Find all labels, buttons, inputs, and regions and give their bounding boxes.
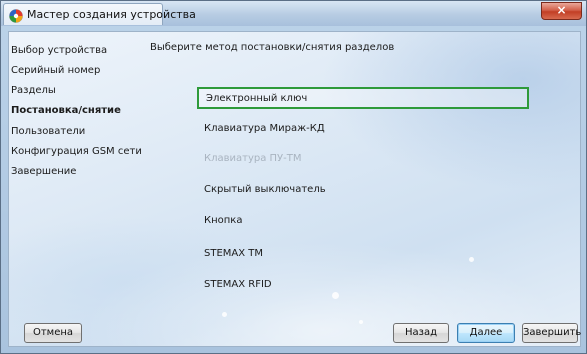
finish-button[interactable]: Завершить — [522, 323, 581, 343]
next-button[interactable]: Далее — [457, 323, 515, 343]
title-tab: Мастер создания устройства — [3, 3, 196, 25]
wizard-window: Мастер создания устройства × Выбор устро… — [0, 0, 587, 354]
step-arming: Постановка/снятие — [11, 105, 121, 116]
page-heading: Выберите метод постановки/снятия раздело… — [150, 42, 395, 53]
decorative-bubble — [222, 312, 227, 317]
close-button[interactable]: × — [541, 2, 582, 20]
cancel-button[interactable]: Отмена — [24, 323, 82, 343]
step-users: Пользователи — [11, 126, 86, 137]
title-bar[interactable]: Мастер создания устройства × — [1, 1, 586, 26]
close-icon: × — [556, 3, 567, 17]
step-gsm-config: Конфигурация GSM сети — [11, 146, 142, 157]
wizard-body: Выбор устройства Серийный номер Разделы … — [8, 31, 581, 347]
back-button[interactable]: Назад — [393, 323, 449, 343]
option-stemax-rfid[interactable]: STEMAX RFID — [197, 275, 529, 297]
step-serial-number: Серийный номер — [11, 65, 101, 76]
option-button[interactable]: Кнопка — [197, 211, 529, 233]
option-electronic-key[interactable]: Электронный ключ — [197, 87, 529, 109]
option-hidden-switch[interactable]: Скрытый выключатель — [197, 180, 529, 202]
step-partitions: Разделы — [11, 85, 56, 96]
option-keypad-mirage-kd[interactable]: Клавиатура Мираж-КД — [197, 119, 529, 141]
step-finish: Завершение — [11, 166, 77, 177]
step-device-selection: Выбор устройства — [11, 45, 108, 56]
decorative-bubble — [359, 320, 363, 324]
window-title: Мастер создания устройства — [27, 8, 196, 21]
option-keypad-pu-tm: Клавиатура ПУ-ТМ — [204, 153, 302, 164]
app-logo-icon — [9, 8, 23, 23]
option-stemax-tm[interactable]: STEMAX TM — [197, 244, 529, 266]
